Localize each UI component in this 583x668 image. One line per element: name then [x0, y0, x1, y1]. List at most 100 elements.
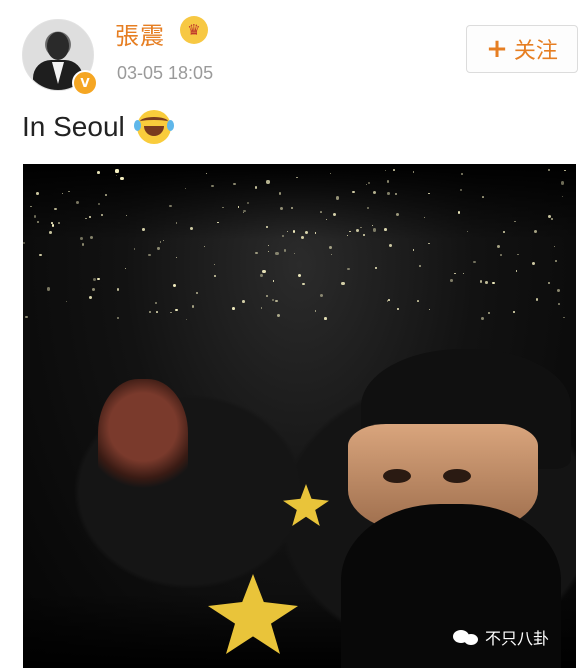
stadium-light-dot: [262, 269, 266, 273]
stadium-light-dot: [481, 316, 485, 320]
plus-icon: +: [486, 34, 508, 64]
post-text: In Seoul: [22, 110, 174, 144]
stadium-light-dot: [502, 231, 505, 234]
follow-button[interactable]: + 关注: [466, 25, 578, 73]
stadium-light-dot: [265, 294, 268, 297]
stadium-light-dot: [393, 169, 395, 171]
stadium-light-dot: [386, 300, 389, 302]
stadium-light-dot: [449, 279, 453, 283]
stadium-light-dot: [558, 303, 560, 305]
stadium-light-dot: [271, 298, 274, 301]
stadium-light-dot: [460, 172, 463, 175]
stadium-light-dot: [89, 295, 93, 299]
stadium-light-dot: [368, 181, 371, 184]
username[interactable]: 張震: [115, 16, 165, 51]
stadium-light-dot: [36, 220, 40, 224]
stadium-light-dot: [531, 261, 535, 265]
stadium-light-dot: [260, 307, 262, 309]
stadium-light-dot: [360, 226, 362, 228]
stadium-light-dot: [496, 244, 500, 248]
stadium-light-dot: [46, 287, 51, 291]
stadium-light-dot: [388, 299, 390, 301]
stadium-light-dot: [213, 263, 216, 265]
avatar-face: [47, 32, 69, 60]
stadium-light-dot: [460, 189, 462, 191]
stadium-light-dot: [412, 171, 414, 173]
stadium-light-dot: [320, 293, 324, 297]
stadium-light-dot: [387, 192, 391, 195]
stadium-light-dot: [115, 169, 119, 173]
wechat-icon: [453, 627, 479, 647]
stadium-light-dot: [148, 310, 151, 313]
follow-label: 关注: [513, 39, 558, 64]
post-caption: In Seoul: [22, 111, 125, 142]
stadium-light-dot: [300, 235, 304, 239]
post-timestamp: 03-05 18:05: [117, 63, 214, 83]
stadium-light-dot: [169, 204, 172, 208]
stadium-light-dot: [254, 186, 258, 189]
stadium-light-dot: [97, 277, 100, 281]
stadium-light-dot: [51, 221, 54, 224]
stadium-light-dot: [341, 281, 345, 286]
stadium-light-dot: [365, 183, 367, 186]
stadium-light-dot: [554, 260, 557, 263]
stadium-light-dot: [548, 282, 550, 284]
stadium-light-dot: [233, 182, 236, 185]
stadium-light-dot: [49, 230, 53, 234]
stadium-light-dot: [394, 192, 397, 196]
stadium-light-dot: [428, 308, 430, 310]
stadium-light-dot: [275, 252, 279, 256]
stadium-light-dot: [217, 221, 219, 223]
stadium-light-dot: [80, 237, 83, 240]
stadium-light-dot: [319, 210, 322, 213]
stadium-light-dot: [278, 192, 282, 195]
stadium-light-dot: [423, 216, 425, 219]
stadium-light-dot: [457, 210, 461, 214]
stadium-light-dot: [280, 206, 284, 210]
watermark-text: 不只八卦: [485, 629, 550, 648]
right-eye: [443, 469, 471, 483]
stadium-light-dot: [54, 207, 57, 210]
post-photo[interactable]: [23, 164, 576, 668]
stadium-light-dot: [466, 230, 469, 233]
red-hair-person: [98, 379, 188, 499]
stadium-light-dot: [487, 312, 490, 315]
stadium-light-dot: [157, 247, 160, 250]
stadium-light-dot: [492, 281, 495, 285]
stadium-light-dot: [266, 180, 270, 184]
stadium-light-dot: [30, 205, 32, 208]
stadium-light-dot: [243, 209, 246, 213]
stadium-light-dot: [412, 249, 414, 251]
stadium-light-dot: [222, 206, 224, 209]
crown-icon: ♛: [180, 16, 208, 44]
stadium-light-dot: [141, 228, 145, 231]
stadium-light-dot: [304, 231, 308, 235]
stadium-light-dot: [302, 282, 305, 286]
stadium-light-dot: [68, 190, 70, 192]
stadium-light-dot: [560, 181, 564, 185]
stadium-light-dot: [276, 314, 280, 318]
stadium-light-dot: [126, 214, 128, 216]
stadium-light-dot: [325, 218, 327, 220]
stadium-light-dot: [155, 311, 158, 313]
stadium-light-dot: [484, 281, 488, 284]
stadium-light-dot: [154, 301, 158, 304]
verified-badge-icon: V: [72, 70, 98, 96]
stadium-light-dot: [375, 267, 377, 269]
stadium-light-dot: [51, 224, 54, 227]
stadium-light-dot: [275, 299, 278, 303]
stadium-light-dot: [58, 222, 60, 224]
stadium-light-dot: [25, 315, 28, 319]
laughing-emoji-icon: [133, 110, 174, 144]
stadium-light-dot: [291, 206, 294, 209]
stadium-light-dot: [33, 215, 37, 218]
stadium-light-dot: [482, 195, 484, 198]
stadium-light-dot: [254, 251, 258, 255]
stadium-light-dot: [479, 280, 483, 283]
stadium-light-dot: [547, 214, 552, 218]
stadium-light-dot: [175, 308, 178, 312]
stadium-light-dot: [383, 227, 387, 231]
left-eye: [383, 469, 411, 483]
stadium-light-dot: [386, 180, 389, 183]
stadium-light-dot: [195, 291, 198, 294]
